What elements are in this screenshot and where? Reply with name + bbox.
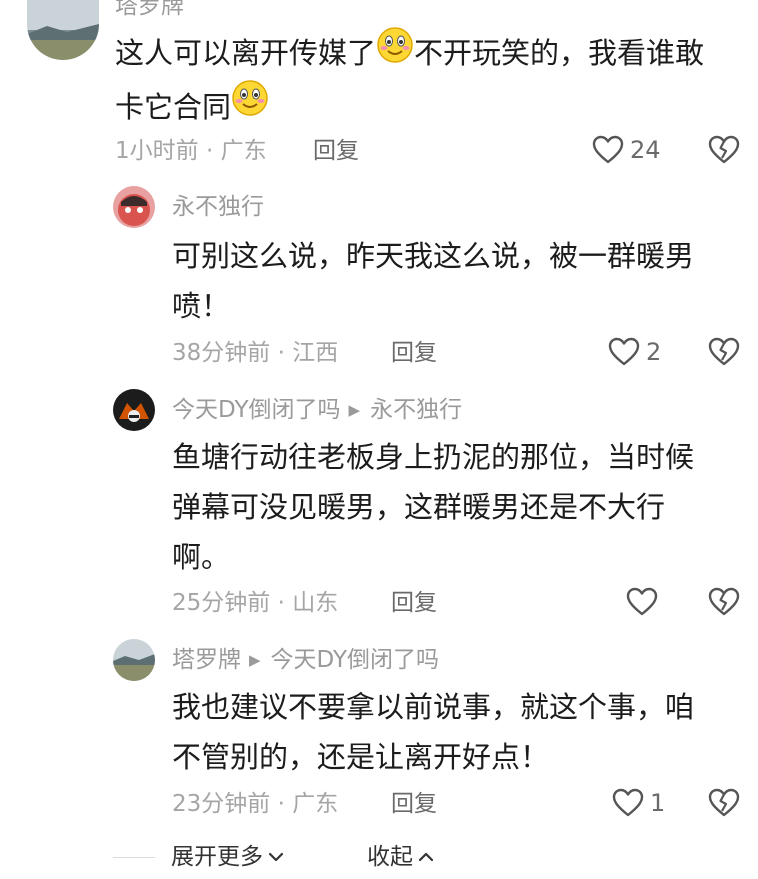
comment-text-line: 喷！ (172, 289, 231, 323)
dislike-button[interactable] (708, 337, 740, 371)
like-button[interactable]: 2 (608, 337, 661, 367)
broken-heart-icon (708, 337, 740, 366)
username-text[interactable]: 永不独行 (172, 194, 264, 220)
heart-outline-icon (626, 587, 658, 616)
broken-heart-icon (708, 135, 740, 164)
reply-button[interactable]: 回复 (391, 589, 437, 617)
comment-text: 这人可以离开传媒了 不开玩笑的，我看谁敢 卡它合同 (115, 26, 745, 135)
comment-text: 可别这么说，昨天我这么说，被一群暖男 喷！ (172, 231, 732, 331)
comment-text-part: 不开玩笑的，我看谁敢 (414, 36, 705, 70)
comment-text-line: 啊。 (172, 540, 231, 574)
triangle-right-icon: ▶ (348, 401, 361, 419)
comment-username[interactable]: 塔罗牌 (115, 0, 184, 20)
like-button[interactable] (626, 587, 664, 617)
comment-username[interactable]: 塔罗牌 ▶ 今天DY倒闭了吗 (172, 646, 439, 676)
like-button[interactable]: 24 (592, 135, 661, 165)
reply-to-username[interactable]: 永不独行 (370, 397, 462, 423)
reply-button[interactable]: 回复 (391, 339, 437, 367)
username-text[interactable]: 今天DY倒闭了吗 (172, 397, 341, 423)
comment-text-line: 鱼塘行动往老板身上扔泥的那位，当时候 (172, 440, 695, 474)
avatar[interactable] (27, 0, 99, 60)
comment-time-location: 25分钟前 · 山东 (172, 590, 339, 616)
reply-button[interactable]: 回复 (313, 137, 359, 165)
comment-username[interactable]: 今天DY倒闭了吗 ▶ 永不独行 (172, 396, 462, 426)
smiling-face-emoji-icon (231, 79, 269, 132)
dislike-button[interactable] (708, 587, 740, 621)
comment-username[interactable]: 永不独行 (172, 193, 264, 221)
comment-text: 鱼塘行动往老板身上扔泥的那位，当时候 弹幕可没见暖男，这群暖男还是不大行 啊。 (172, 432, 732, 582)
comment-text-line: 可别这么说，昨天我这么说，被一群暖男 (172, 239, 695, 273)
username-text[interactable]: 塔罗牌 (172, 647, 241, 673)
comment-text: 我也建议不要拿以前说事，就这个事，咱 不管别的，还是让离开好点！ (172, 682, 732, 782)
like-count: 1 (650, 789, 666, 817)
heart-outline-icon (608, 337, 640, 366)
like-count: 24 (630, 136, 661, 164)
collapse-label[interactable]: 收起 (367, 843, 413, 871)
dislike-button[interactable] (708, 788, 740, 822)
avatar[interactable] (113, 639, 155, 681)
dislike-button[interactable] (708, 135, 740, 169)
broken-heart-icon (708, 788, 740, 817)
reply-to-username[interactable]: 今天DY倒闭了吗 (271, 647, 440, 673)
broken-heart-icon (708, 587, 740, 616)
comment-text-line: 弹幕可没见暖男，这群暖男还是不大行 (172, 490, 666, 524)
expand-more-button[interactable]: 展开更多 (171, 843, 285, 871)
comment-text-line: 不管别的，还是让离开好点！ (172, 740, 550, 774)
avatar[interactable] (113, 389, 155, 431)
heart-outline-icon (592, 135, 624, 164)
chevron-up-icon (418, 852, 434, 862)
reply-button[interactable]: 回复 (391, 790, 437, 818)
avatar[interactable] (113, 186, 155, 228)
chevron-down-icon (268, 852, 284, 862)
comment-time-location: 38分钟前 · 江西 (172, 340, 339, 366)
divider-line (113, 857, 155, 858)
comment-text-line: 我也建议不要拿以前说事，就这个事，咱 (172, 690, 695, 724)
collapse-button[interactable]: 收起 (367, 843, 435, 871)
comment-text-part: 这人可以离开传媒了 (115, 36, 377, 70)
comment-text-part: 卡它合同 (115, 89, 232, 124)
smiling-face-emoji-icon (376, 26, 414, 79)
expand-more-label[interactable]: 展开更多 (171, 843, 263, 871)
username-text[interactable]: 塔罗牌 (115, 0, 184, 19)
like-button[interactable]: 1 (612, 788, 665, 818)
comment-time-location: 23分钟前 · 广东 (172, 791, 339, 817)
triangle-right-icon: ▶ (249, 651, 261, 669)
heart-outline-icon (612, 788, 644, 817)
comment-time-location: 1小时前 · 广东 (115, 138, 267, 164)
like-count: 2 (646, 338, 662, 366)
